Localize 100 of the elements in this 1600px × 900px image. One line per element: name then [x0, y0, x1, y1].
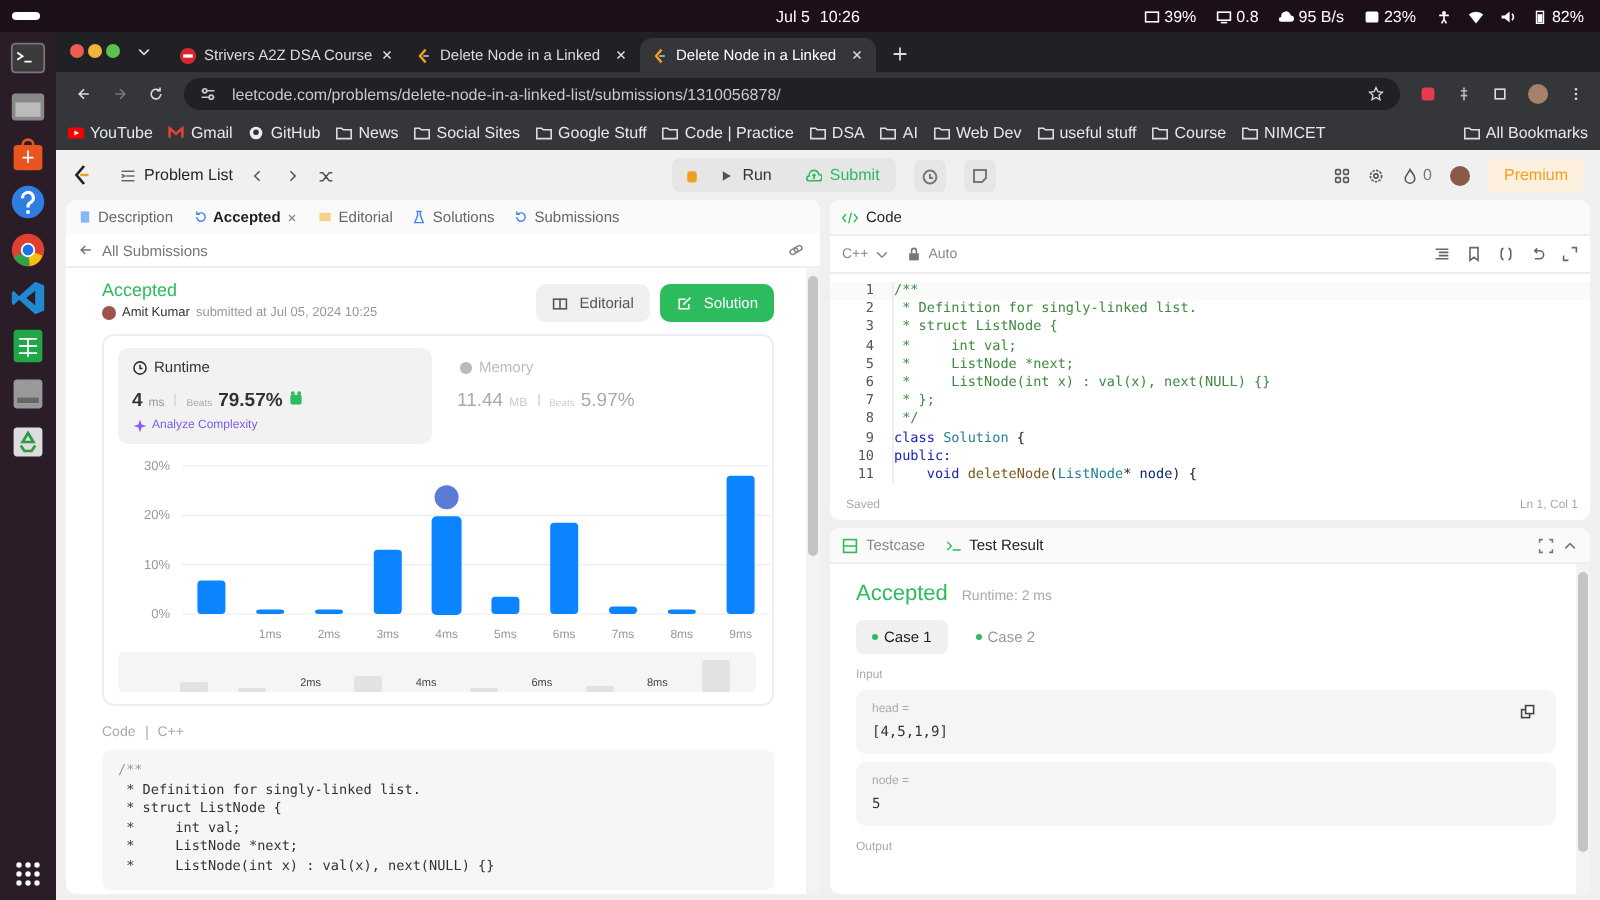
lock-icon — [906, 246, 923, 262]
indicator-text: 23% — [1383, 7, 1416, 25]
braces-icon[interactable] — [1498, 246, 1514, 262]
trash-icon[interactable] — [10, 424, 46, 460]
bookmark[interactable]: Google Stuff — [536, 124, 647, 142]
all-bookmarks[interactable]: All Bookmarks — [1463, 124, 1588, 142]
code-editor-icon[interactable] — [10, 280, 46, 316]
close-tab-icon[interactable] — [614, 48, 628, 62]
book-icon — [551, 295, 568, 311]
note-icon[interactable] — [963, 159, 996, 191]
problem-list-link[interactable]: Problem List — [120, 166, 233, 184]
address-bar[interactable]: leetcode.com/problems/delete-node-in-a-linked-list/submissions/1310056878/ — [184, 78, 1400, 110]
divider — [145, 726, 148, 740]
bookmark[interactable]: DSA — [809, 124, 865, 142]
close-tab-icon[interactable] — [380, 48, 395, 62]
workspace-indicator[interactable] — [12, 12, 40, 20]
histogram-bar[interactable] — [667, 609, 696, 614]
undo-icon[interactable] — [1530, 246, 1546, 262]
forward-icon[interactable] — [112, 86, 128, 102]
folder-icon[interactable] — [10, 88, 46, 124]
monitor-icon — [1216, 9, 1233, 23]
close-window-button[interactable] — [70, 44, 84, 58]
user-avatar[interactable] — [1449, 165, 1470, 185]
battery-icon — [1531, 9, 1548, 23]
streak-counter[interactable]: 0 — [1401, 166, 1432, 184]
author-avatar — [102, 306, 116, 320]
profile-avatar[interactable] — [1528, 84, 1548, 104]
spreadsheet-icon[interactable] — [10, 328, 46, 364]
histogram-bar[interactable] — [491, 596, 520, 614]
bookmark[interactable]: News — [336, 124, 399, 142]
tab-icon — [412, 210, 427, 224]
folder-icon — [336, 126, 353, 140]
histogram-bar[interactable] — [315, 609, 343, 614]
apps-grid-icon[interactable] — [10, 856, 46, 892]
overview-bar — [354, 675, 383, 692]
volume-icon[interactable] — [1499, 9, 1516, 23]
flame-icon — [1401, 167, 1418, 183]
close-icon[interactable] — [286, 211, 299, 223]
back-icon[interactable] — [76, 86, 92, 102]
drive-icon[interactable] — [10, 376, 46, 412]
new-tab-icon[interactable] — [892, 46, 908, 62]
chevron-down-icon — [874, 246, 891, 262]
minimize-button[interactable] — [88, 44, 102, 58]
histogram-bar[interactable] — [609, 606, 637, 614]
shuffle-icon[interactable] — [318, 167, 335, 183]
checkbox-list-icon — [842, 537, 858, 553]
help-icon[interactable] — [10, 184, 46, 220]
bookmark-icon[interactable] — [1466, 246, 1482, 262]
close-tab-icon[interactable] — [850, 48, 864, 62]
sparkle-icon — [132, 418, 148, 434]
code-icon — [842, 209, 858, 225]
alarm-clock-icon[interactable] — [913, 159, 946, 191]
wifi-icon[interactable] — [1467, 9, 1484, 23]
expand-icon[interactable] — [1562, 246, 1578, 262]
layout-grid-icon[interactable] — [1333, 167, 1350, 183]
bookmark-star-icon[interactable] — [1368, 86, 1384, 102]
bookmark[interactable]: YouTube — [68, 124, 153, 142]
accessibility-icon[interactable] — [1435, 9, 1452, 23]
bookmark[interactable]: Code | Practice — [662, 124, 794, 142]
indicator-text: 95 B/s — [1298, 7, 1344, 25]
bookmark[interactable]: GitHub — [248, 124, 321, 142]
folder-icon — [933, 126, 950, 140]
collapse-icon[interactable] — [1562, 537, 1578, 553]
overview-bar — [701, 660, 730, 692]
bookmark[interactable]: Gmail — [168, 124, 233, 142]
histogram-bar[interactable] — [550, 522, 579, 614]
histogram-bar[interactable] — [256, 609, 285, 614]
settings-icon[interactable] — [1367, 167, 1384, 183]
tab-icon — [78, 210, 92, 224]
bookmark[interactable]: Web Dev — [933, 124, 1022, 142]
maximize-button[interactable] — [106, 44, 120, 58]
terminal-icon[interactable] — [10, 40, 46, 76]
back-arrow-icon — [78, 242, 94, 258]
bookmark[interactable]: AI — [880, 124, 918, 142]
reload-icon[interactable] — [148, 86, 164, 102]
bookmark[interactable]: NIMCET — [1242, 124, 1326, 142]
extensions-puzzle-icon[interactable] — [1492, 86, 1508, 102]
browser-icon[interactable] — [10, 232, 46, 268]
date: Jul 5 — [776, 7, 810, 25]
histogram-bar[interactable] — [373, 549, 402, 614]
link-icon[interactable] — [788, 242, 804, 258]
store-bag-icon[interactable] — [10, 136, 46, 172]
scrollbar[interactable] — [1576, 564, 1590, 894]
tab-icon — [193, 210, 208, 224]
format-icon[interactable] — [1434, 246, 1450, 262]
site-settings-icon[interactable] — [200, 86, 216, 102]
tab-search-icon[interactable] — [136, 44, 152, 60]
bookmark[interactable]: useful stuff — [1037, 124, 1137, 142]
cloud-icon — [1278, 9, 1295, 23]
scrollbar[interactable] — [806, 268, 820, 894]
leetcode-logo-icon[interactable] — [72, 164, 90, 186]
bookmark[interactable]: Course — [1152, 124, 1227, 142]
clock-icon — [132, 359, 148, 375]
github-icon — [248, 126, 265, 140]
bookmark[interactable]: Social Sites — [414, 124, 521, 142]
trophy-icon — [288, 390, 305, 406]
next-icon[interactable] — [284, 167, 301, 183]
copy-icon[interactable] — [1520, 704, 1536, 720]
fullscreen-icon[interactable] — [1538, 537, 1554, 553]
result-status: Accepted — [856, 582, 948, 606]
